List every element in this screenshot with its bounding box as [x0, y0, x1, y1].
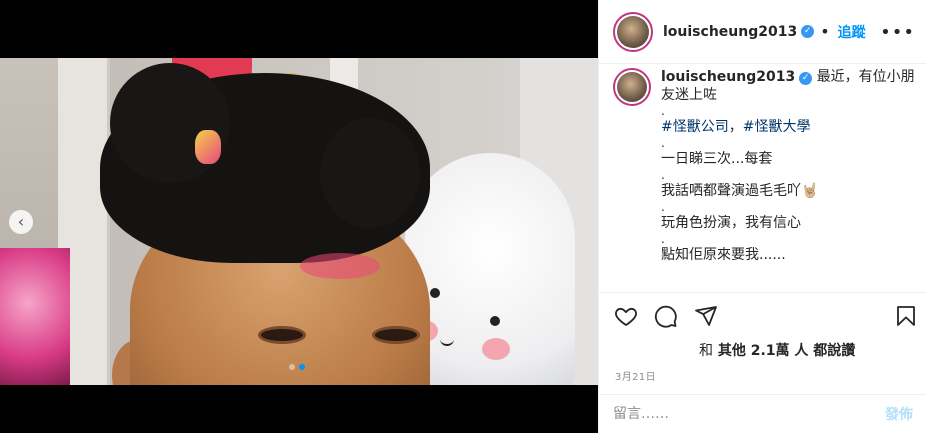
bookmark-icon	[897, 306, 915, 326]
carousel-dot-active	[299, 364, 305, 370]
post-date[interactable]: 3月21日	[615, 368, 656, 383]
avatar[interactable]	[613, 11, 653, 52]
avatar-image	[617, 72, 647, 102]
like-button[interactable]	[613, 303, 639, 329]
hashtag-link[interactable]: #怪獸公司	[661, 119, 729, 135]
chevron-left-icon: ‹	[17, 212, 25, 231]
photo-ghost-eye	[430, 288, 440, 298]
likes-count[interactable]: 其他 2.1萬 人 都說讚	[718, 343, 855, 359]
save-button[interactable]	[893, 303, 919, 329]
follow-button[interactable]: 追蹤	[838, 22, 866, 42]
caption-line: 點知佢原來要我......	[661, 247, 786, 263]
post-header: louischeung2013 ✓ • 追蹤 •••	[599, 0, 926, 64]
post-side-panel: louischeung2013 ✓ • 追蹤 ••• louischeung20…	[598, 0, 926, 433]
caption-username-link[interactable]: louischeung2013	[661, 69, 795, 85]
verified-badge-icon: ✓	[799, 72, 813, 85]
post-comment-button[interactable]: 發佈	[885, 404, 913, 424]
comment-button[interactable]	[653, 303, 679, 329]
heart-icon	[615, 307, 637, 326]
caption-hashtags: #怪獸公司，#怪獸大學	[661, 119, 811, 135]
avatar[interactable]	[613, 68, 651, 106]
post-actions	[599, 292, 926, 342]
photo-eye	[372, 326, 420, 344]
photo-hair-clip	[195, 130, 221, 164]
comment-input[interactable]	[613, 406, 885, 422]
photo-toy	[0, 248, 70, 385]
caption-line: 一日睇三次...每套	[661, 151, 773, 167]
username-link[interactable]: louischeung2013	[663, 24, 797, 40]
photo-ghost-cheek	[482, 338, 510, 360]
comment-bar: 發佈	[599, 394, 926, 433]
hashtag-link[interactable]: #怪獸大學	[743, 119, 811, 135]
likes-summary[interactable]: 和 其他 2.1萬 人 都說讚	[699, 340, 855, 360]
photo-ghost-eye	[490, 316, 500, 326]
caption-text: louischeung2013 ✓ 最近，有位小朋友迷上咗 . #怪獸公司，#怪獸…	[661, 68, 919, 288]
verified-badge-icon: ✓	[801, 25, 815, 38]
prev-photo-button[interactable]: ‹	[9, 210, 33, 234]
photo-hair-bun	[110, 63, 230, 183]
photo-eye	[258, 326, 306, 344]
separator-dot: •	[820, 22, 830, 41]
post-photo[interactable]	[0, 58, 598, 385]
caption-line: 玩角色扮演，我有信心	[661, 215, 801, 231]
likes-prefix: 和	[699, 343, 713, 359]
post-caption: louischeung2013 ✓ 最近，有位小朋友迷上咗 . #怪獸公司，#怪獸…	[613, 68, 919, 288]
photo-blush	[300, 253, 380, 279]
caption-line: .	[661, 168, 665, 182]
caption-line: .	[661, 232, 665, 246]
comment-icon	[654, 305, 677, 328]
send-icon	[695, 306, 717, 326]
caption-line: 我話哂都聲演過毛毛吖🤘🏼	[661, 183, 819, 199]
carousel-dot	[289, 364, 295, 370]
photo-hair-bun	[320, 118, 420, 228]
caption-line: .	[661, 200, 665, 214]
more-options-icon[interactable]: •••	[880, 22, 915, 43]
post-media: ‹	[0, 0, 598, 433]
carousel-indicator	[289, 364, 305, 370]
avatar-image	[617, 15, 649, 48]
caption-line: .	[661, 104, 665, 118]
share-button[interactable]	[693, 303, 719, 329]
caption-line: .	[661, 136, 665, 150]
